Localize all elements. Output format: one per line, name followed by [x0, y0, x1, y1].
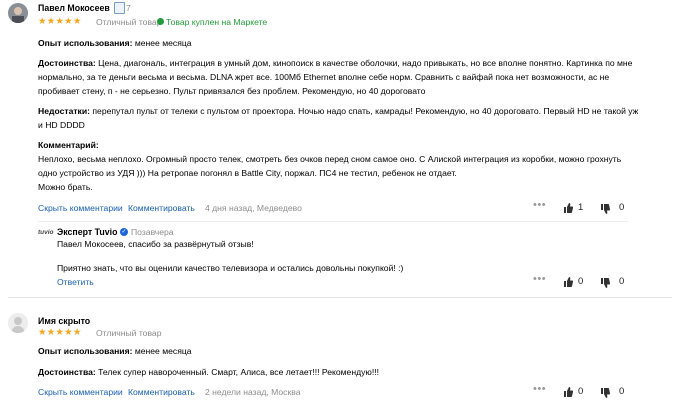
- thumb-down-icon[interactable]: [600, 278, 610, 288]
- dislike-count: 0: [619, 202, 625, 213]
- comment-line-3: Можно брать.: [38, 182, 93, 192]
- answer-line-2: Приятно знать, что вы оценили качество т…: [57, 263, 404, 273]
- more-icon[interactable]: •••: [533, 383, 546, 395]
- pros-line-3: пробивает стену, п - не серьезно. Пульт …: [38, 86, 426, 96]
- review-separator: [8, 297, 672, 298]
- cons-line-2: и HD DDDD: [38, 120, 85, 130]
- thumb-down-icon[interactable]: [600, 388, 610, 398]
- answer-date: Позавчера: [131, 227, 174, 237]
- divider: [38, 221, 628, 222]
- like-count: 0: [578, 386, 584, 397]
- review-date: 2 недели назад, Москва: [205, 387, 301, 397]
- experience-label: Опыт использования:: [38, 346, 133, 356]
- avatar: [8, 3, 28, 23]
- reply-link[interactable]: Ответить: [57, 277, 94, 287]
- author-name[interactable]: Павел Мокосеев: [38, 3, 110, 13]
- rating-text: Отличный товар: [96, 328, 162, 338]
- comment-link[interactable]: Комментировать: [128, 387, 195, 397]
- hide-comments-link[interactable]: Скрыть комментарии: [38, 387, 123, 397]
- dislike-count: 0: [619, 386, 625, 397]
- more-icon[interactable]: •••: [533, 199, 546, 211]
- thumb-down-icon[interactable]: [600, 204, 610, 214]
- experience-value: менее месяца: [134, 346, 192, 356]
- market-badge: Товар куплен на Маркете: [166, 17, 268, 27]
- pros-label: Достоинства:: [38, 58, 96, 68]
- answer-line-1: Павел Мокосеев, спасибо за развёрнутый о…: [57, 239, 254, 249]
- more-icon[interactable]: •••: [533, 273, 546, 285]
- experience-value: менее месяца: [134, 38, 192, 48]
- comment-link[interactable]: Комментировать: [128, 203, 195, 213]
- dislike-count: 0: [619, 276, 625, 287]
- rating-text: Отличный товар: [96, 17, 162, 27]
- avatar: [8, 313, 28, 333]
- shop-logo: tuvio: [38, 229, 54, 236]
- like-count: 0: [578, 276, 584, 287]
- experience-label: Опыт использования:: [38, 38, 133, 48]
- verified-icon: ✓: [120, 228, 128, 236]
- comment-line-1: Неплохо, весьма неплохо. Огромный просто…: [38, 154, 622, 164]
- check-icon: [157, 18, 164, 25]
- thumb-up-icon[interactable]: [563, 203, 573, 213]
- rating-stars: ★★★★★: [38, 327, 82, 338]
- review-date: 4 дня назад, Медведево: [205, 203, 302, 213]
- rating-stars: ★★★★★: [38, 16, 82, 27]
- badge-count: 7: [126, 3, 131, 13]
- comment-label: Комментарий:: [38, 140, 99, 150]
- pros-line-2: нормально, за те деньги весьма и весьма.…: [38, 72, 610, 82]
- pros-line-1: Достоинства: Цена, диагональ, интеграция…: [38, 58, 633, 68]
- cons-line-1: Недостатки: перепутал пульт от телеки с …: [38, 106, 639, 116]
- thumb-up-icon[interactable]: [563, 387, 573, 397]
- hide-comments-link[interactable]: Скрыть комментарии: [38, 203, 123, 213]
- like-count: 1: [578, 202, 584, 213]
- pros-row: Достоинства: Телек супер навороченный. С…: [38, 366, 379, 380]
- cons-label: Недостатки:: [38, 106, 90, 116]
- experience-row: Опыт использования: менее месяца: [38, 345, 192, 359]
- pros-value: Телек супер навороченный. Смарт, Алиса, …: [98, 367, 379, 377]
- shop-author[interactable]: Эксперт Tuvio: [57, 227, 117, 237]
- experience-row: Опыт использования: менее месяца: [38, 37, 192, 51]
- comment-line-2: одно устройство из УДЯ ))) На ретропае п…: [38, 168, 457, 178]
- pros-label: Достоинства:: [38, 367, 96, 377]
- thumb-up-icon[interactable]: [563, 277, 573, 287]
- reviewer-badge-icon: [114, 2, 125, 14]
- author-name[interactable]: Имя скрыто: [38, 316, 90, 326]
